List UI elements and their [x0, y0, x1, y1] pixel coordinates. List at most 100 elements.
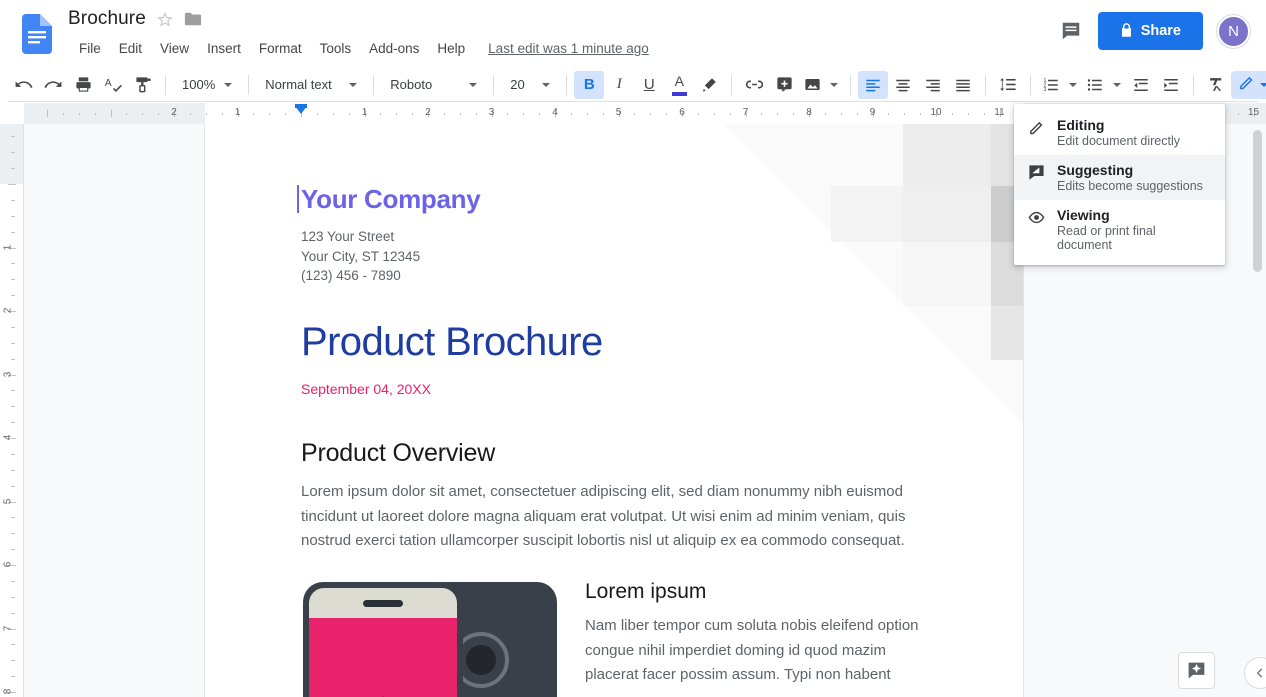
- google-docs-icon[interactable]: [22, 14, 52, 54]
- align-center-icon[interactable]: [888, 71, 918, 99]
- spellcheck-icon[interactable]: A: [98, 71, 128, 99]
- chevron-down-icon[interactable]: [830, 82, 839, 87]
- link-icon[interactable]: [739, 71, 769, 99]
- paint-format-icon[interactable]: [128, 71, 158, 99]
- chevron-down-icon[interactable]: [1069, 82, 1078, 87]
- company-name-text: Your Company: [301, 184, 481, 214]
- menu-add-ons[interactable]: Add-ons: [360, 39, 428, 58]
- decrease-indent-icon[interactable]: [1126, 71, 1156, 99]
- avatar[interactable]: N: [1217, 14, 1250, 48]
- paragraph-style-select[interactable]: Normal text: [256, 71, 366, 99]
- mode-option-suggesting[interactable]: Suggesting Edits become suggestions: [1014, 155, 1225, 200]
- ruler-tick: [459, 113, 461, 115]
- toolbar-divider: [985, 74, 987, 95]
- smartphone-illustration[interactable]: [301, 580, 559, 697]
- section-paragraph[interactable]: Lorem ipsum dolor sit amet, consectetuer…: [301, 480, 921, 555]
- ruler-number: 2: [171, 107, 177, 118]
- ruler-tick: [11, 453, 15, 455]
- align-right-icon[interactable]: [918, 71, 948, 99]
- lock-icon: [1120, 22, 1133, 41]
- text-color-button[interactable]: A: [664, 71, 694, 99]
- last-edit-status[interactable]: Last edit was 1 minute ago: [488, 41, 649, 56]
- ruler-tick: [11, 295, 15, 297]
- clear-formatting-icon[interactable]: [1201, 71, 1231, 99]
- feature-paragraph[interactable]: Nam liber tempor cum soluta nobis eleife…: [585, 614, 921, 687]
- underline-button[interactable]: U: [634, 71, 664, 99]
- add-comment-icon[interactable]: [769, 71, 799, 99]
- align-left-icon[interactable]: [858, 70, 889, 99]
- zoom-select[interactable]: 100%: [173, 71, 241, 99]
- ruler-number: 2: [425, 107, 431, 118]
- sidebar-toggle-button[interactable]: [1244, 657, 1266, 689]
- bulleted-list-control[interactable]: [1082, 71, 1126, 99]
- section-heading[interactable]: Product Overview: [301, 439, 921, 468]
- document-content[interactable]: Your Company 123 Your Street Your City, …: [297, 184, 921, 697]
- menu-help[interactable]: Help: [428, 39, 474, 58]
- ruler-tick: [11, 596, 15, 598]
- editing-mode-menu[interactable]: Editing Edit document directly Suggestin…: [1014, 104, 1225, 265]
- vertical-ruler-page-area: [0, 124, 23, 697]
- comment-icon[interactable]: [1058, 18, 1084, 44]
- paragraph-style-value: Normal text: [265, 77, 332, 92]
- chevron-down-icon[interactable]: [1113, 82, 1122, 87]
- menu-format[interactable]: Format: [250, 39, 311, 58]
- document-date[interactable]: September 04, 20XX: [301, 381, 921, 397]
- share-button[interactable]: Share: [1097, 12, 1203, 50]
- undo-icon[interactable]: [8, 71, 38, 99]
- bulleted-list-icon[interactable]: [1082, 71, 1108, 99]
- mode-option-viewing[interactable]: Viewing Read or print final document: [1014, 200, 1225, 259]
- document-page[interactable]: Your Company 123 Your Street Your City, …: [205, 124, 1023, 697]
- vertical-scrollbar-thumb[interactable]: [1253, 130, 1262, 272]
- vertical-scrollbar-track[interactable]: [1249, 124, 1266, 697]
- menu-tools[interactable]: Tools: [311, 39, 361, 58]
- address-line-3: (123) 456 - 7890: [301, 268, 401, 284]
- ruler-tick: [11, 580, 15, 582]
- ruler-number: 4: [2, 434, 14, 441]
- folder-icon[interactable]: [184, 11, 202, 27]
- ruler-number: 3: [488, 107, 495, 118]
- menu-insert[interactable]: Insert: [198, 39, 250, 58]
- image-icon[interactable]: [799, 71, 825, 99]
- document-heading[interactable]: Product Brochure: [301, 320, 921, 365]
- ruler-number: 10: [930, 107, 942, 118]
- mode-option-editing[interactable]: Editing Edit document directly: [1014, 110, 1225, 155]
- font-size-select[interactable]: 20: [501, 71, 559, 99]
- menu-edit[interactable]: Edit: [110, 39, 151, 58]
- vertical-ruler[interactable]: 112345678: [0, 124, 24, 697]
- pencil-icon: [1028, 117, 1046, 148]
- company-address[interactable]: 123 Your Street Your City, ST 12345 (123…: [301, 227, 921, 286]
- redo-icon[interactable]: [38, 71, 68, 99]
- explore-button[interactable]: [1178, 652, 1215, 689]
- first-line-indent-marker[interactable]: [295, 104, 307, 108]
- align-justify-icon[interactable]: [948, 71, 978, 99]
- editing-mode-button[interactable]: [1231, 70, 1266, 99]
- ruler-tick: [11, 469, 15, 471]
- company-name[interactable]: Your Company: [297, 184, 921, 215]
- increase-indent-icon[interactable]: [1156, 71, 1186, 99]
- line-spacing-icon[interactable]: [993, 71, 1023, 99]
- italic-button[interactable]: I: [604, 71, 634, 99]
- font-select[interactable]: Roboto: [381, 71, 486, 99]
- mode-title-editing: Editing: [1057, 117, 1105, 133]
- numbered-list-control[interactable]: 123: [1038, 71, 1082, 99]
- highlight-icon[interactable]: [694, 71, 724, 99]
- numbered-list-icon[interactable]: 123: [1038, 71, 1064, 99]
- bold-button[interactable]: B: [574, 70, 605, 99]
- insert-image-control[interactable]: [799, 71, 843, 99]
- document-title-row: Brochure: [68, 8, 202, 30]
- ruler-tick: [396, 113, 398, 115]
- menu-view[interactable]: View: [151, 39, 198, 58]
- svg-text:A: A: [104, 78, 111, 89]
- chevron-down-icon: [1260, 82, 1266, 87]
- ruler-tick: [205, 113, 207, 115]
- chevron-down-icon: [224, 82, 233, 87]
- feature-heading[interactable]: Lorem ipsum: [585, 580, 921, 604]
- menu-bar: File Edit View Insert Format Tools Add-o…: [70, 39, 649, 58]
- menu-file[interactable]: File: [70, 39, 110, 58]
- star-icon[interactable]: [156, 10, 174, 28]
- ruler-tick: [650, 113, 652, 115]
- mode-subtitle-suggesting: Edits become suggestions: [1057, 179, 1203, 193]
- page-title[interactable]: Brochure: [68, 8, 146, 30]
- ruler-tick: [793, 113, 795, 115]
- print-icon[interactable]: [68, 71, 98, 99]
